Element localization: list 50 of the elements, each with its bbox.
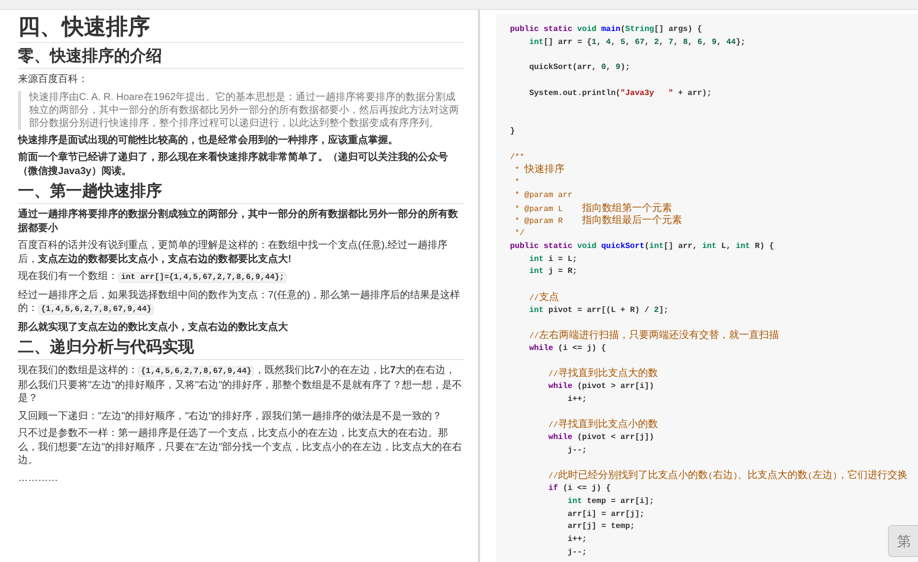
code-line: int temp = arr[i]; <box>566 496 654 508</box>
code-comment: //此时已经分别找到了比支点小的数(右边)、比支点大的数(左边)，它们进行交换 <box>547 470 908 483</box>
code-line: System.out.println("Java3y " + arr); <box>528 88 712 100</box>
code-line: if (i <= j) { <box>547 483 611 495</box>
code-line: int pivot = arr[(L + R) / 2]; <box>528 304 668 316</box>
code-line: int[] arr = {1, 4, 5, 67, 2, 7, 8, 6, 9, 44}; <box>528 36 746 49</box>
code-line: j--; <box>566 444 587 457</box>
code-comment: * @param L 指向数组第一个元素 <box>514 202 672 214</box>
code-comment: * 快速排序 <box>514 164 564 177</box>
code-comment: //寻找直到比支点大的数 <box>547 368 658 381</box>
code-comment: */ <box>514 228 524 240</box>
code-comment: //左右两端进行扫描，只要两端还没有交替，就一直扫描 <box>528 330 779 343</box>
paragraph: 只不过是参数不一样：第一趟排序是任选了一个支点，比支点小的在左边，比支点大的在右边。那么，我们想要"左边"的排好顺序，只要在"左边"部分找一个支点，比支点小的在左边，比支点大的在右边。 <box>18 427 464 468</box>
paragraph: 现在我们有一个数组： int arr[]={1,4,5,67,2,7,8,6,9,44}; <box>18 270 464 284</box>
code-comment: /** <box>510 152 524 164</box>
page-heading: 四、快速排序 <box>18 14 464 43</box>
quote-text: 快速排序由C. A. R. Hoare在1962年提出。它的基本思想是：通过一趟排序将要排序的数据分割成独立的两部分，其中一部分的所有数据都比另外一部分的所有数据都要小，然后再按此方法对这两部分数据分别进行快速排序，整个排序过程可以递归进行，以此达到整个数据变成有序序列。 <box>18 90 464 130</box>
code-line: while (pivot < arr[j]) <box>547 432 654 444</box>
code-comment: //支点 <box>528 292 559 304</box>
paragraph: 快速排序是面试出现的可能性比较高的，也是经常会用到的一种排序，应该重点掌握。 <box>18 134 399 147</box>
paragraph: 通过一趟排序将要排序的数据分割成独立的两部分，其中一部分的所有数据都比另外一部分的所有数据都要小 <box>18 208 459 235</box>
code-line: while (pivot > arr[i]) <box>547 381 654 393</box>
paragraph: ………… <box>18 472 59 485</box>
code-line: j--; <box>566 546 587 559</box>
code-line: int i = L; <box>528 254 578 266</box>
paragraph: 前面一个章节已经讲了递归了，那么现在来看快速排序就非常简单了。（递归可以关注我的公众号（微信搜Java3y）阅读。 <box>18 151 449 178</box>
paragraph: 那么就实现了支点左边的数比支点小，支点右边的数比支点大 <box>18 320 289 334</box>
code-line: arr[i] = arr[j]; <box>566 508 644 520</box>
code-line: int j = R; <box>528 266 578 278</box>
code-comment: * @param R 指向数组最后一个元素 <box>514 215 682 228</box>
next-button[interactable]: 第 <box>888 525 918 557</box>
code-line: i++; <box>566 394 587 406</box>
code-line: i++; <box>566 534 587 546</box>
code-line: quickSort(arr, 0, 9); <box>528 62 630 74</box>
code-line: } <box>510 126 515 138</box>
section-heading: 一、第一趟快速排序 <box>18 182 464 204</box>
code-line: while (i <= j) { <box>528 342 606 355</box>
code-comment: * @param arr <box>514 190 572 202</box>
code-line: arr[j] = temp; <box>566 521 635 534</box>
paragraph: 来源百度百科： <box>18 73 89 86</box>
section-heading: 零、快速排序的介绍 <box>18 47 464 69</box>
code-comment: * <box>514 177 520 189</box>
paragraph: 百度百科的话并没有说到重点，更简单的理解是这样的：在数组中找一个支点(任意),经过一趟排序后，支点左边的数都要比支点小，支点右边的数都要比支点大! <box>18 239 448 266</box>
paragraph: 经过一趟排序之后，如果我选择数组中间的数作为支点：7(任意的)，那么第一趟排序后的结果是这样的： {1,4,5,6,2,7,8,67,9,44} <box>18 288 462 316</box>
paragraph: 现在我们的数组是这样的： {1,4,5,6,2,7,8,67,9,44} ，既然我们比7小的在左边，比7大的在右边，那么我们只要将"左边"的排好顺序，又将"右边"的排好序，那整个数组是不是就有序了？想一想，是不是？ <box>18 364 464 406</box>
code-comment: //寻找直到比支点小的数 <box>547 419 658 432</box>
code-line: public static void main(String[] args) { <box>510 24 702 36</box>
section-heading: 二、递归分析与代码实现 <box>18 338 464 360</box>
code-line: public static void quickSort(int[] arr, int L, int R) { <box>510 240 774 253</box>
paragraph: 又回顾一下递归："左边"的排好顺序，"右边"的排好序，跟我们第一趟排序的做法是不是一致的？ <box>18 410 444 423</box>
